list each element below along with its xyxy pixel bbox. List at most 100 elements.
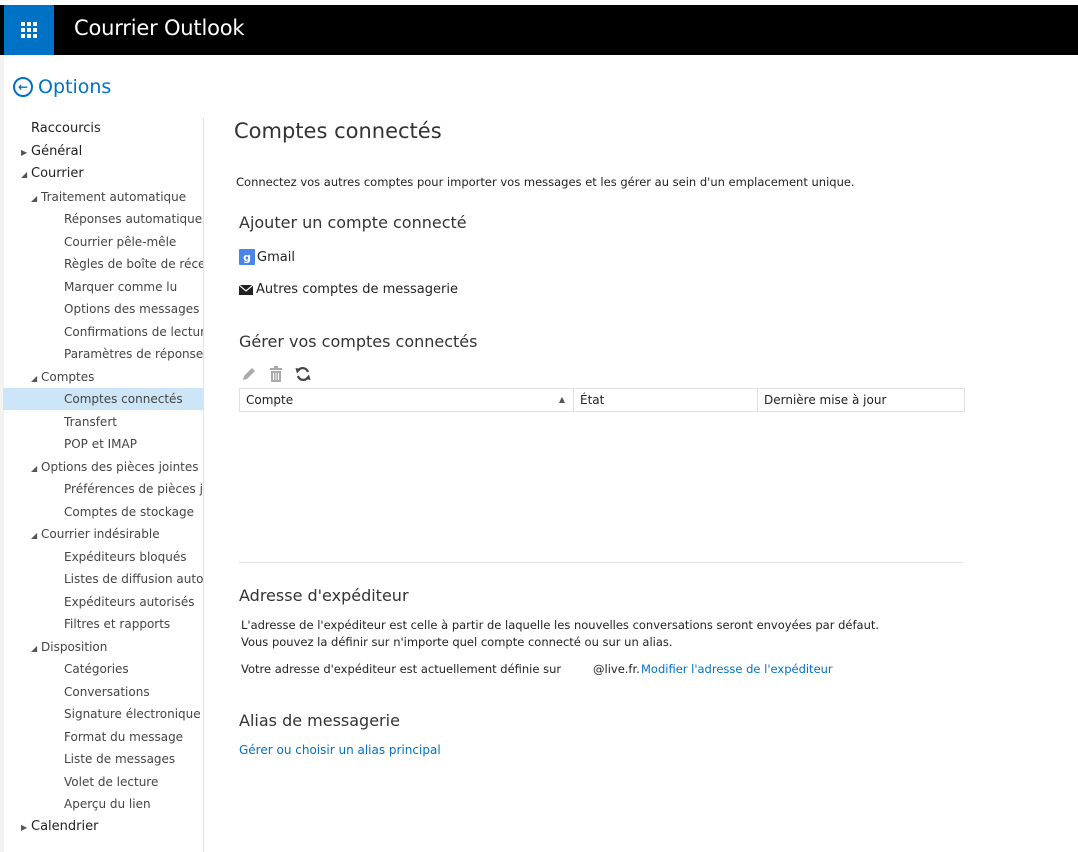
sender-address-description: L'adresse de l'expéditeur est celle à pa…: [241, 618, 880, 649]
nav-item-label: Expéditeurs bloqués: [64, 549, 187, 564]
collapse-arrow-icon[interactable]: ◢: [31, 638, 41, 660]
nav-item-listes-de-diffusion-autorisees[interactable]: Listes de diffusion autorisées: [3, 568, 203, 590]
nav-item-liste-de-messages[interactable]: Liste de messages: [3, 748, 203, 770]
nav-item-confirmations-de-lecture[interactable]: Confirmations de lecture: [3, 321, 203, 343]
sender-address-heading: Adresse d'expéditeur: [239, 586, 409, 605]
nav-item-label: Options des messages: [64, 302, 200, 316]
nav-item-courrier-indesirable[interactable]: ◢ Courrier indésirable: [3, 523, 203, 545]
nav-item-label: Signature électronique: [64, 707, 201, 721]
nav-item-traitement-automatique[interactable]: ◢ Traitement automatique: [3, 186, 203, 208]
nav-item-label: Courrier: [31, 166, 84, 181]
collapse-arrow-icon[interactable]: ◢: [31, 458, 41, 480]
options-label: Options: [38, 76, 112, 98]
nav-item-conversations[interactable]: Conversations: [3, 681, 203, 703]
column-header-last-update[interactable]: Dernière mise à jour: [758, 389, 964, 411]
nav-item-parametres-de-reponse[interactable]: Paramètres de réponse: [3, 343, 203, 365]
nav-item-categories[interactable]: Catégories: [3, 658, 203, 680]
change-sender-link[interactable]: Modifier l'adresse de l'expéditeur: [641, 662, 833, 676]
nav-item-options-des-messages[interactable]: Options des messages: [3, 298, 203, 320]
nav-item-courrier[interactable]: ◢ Courrier: [3, 163, 203, 185]
nav-item-label: Format du message: [64, 729, 184, 744]
nav-item-label: Comptes: [41, 369, 95, 384]
nav-item-format-du-message[interactable]: Format du message: [3, 726, 203, 748]
app-launcher-button[interactable]: [4, 5, 54, 55]
manage-accounts-heading: Gérer vos comptes connectés: [239, 332, 478, 351]
column-header-status[interactable]: État: [574, 389, 758, 411]
nav-item-apercu-du-lien[interactable]: Aperçu du lien: [3, 793, 203, 815]
other-accounts-label: Autres comptes de messagerie: [256, 282, 458, 297]
nav-item-label: Raccourcis: [31, 121, 101, 136]
nav-item-comptes[interactable]: ◢ Comptes: [3, 366, 203, 388]
nav-item-courrier-pele-mele[interactable]: Courrier pêle-mêle: [3, 231, 203, 253]
gmail-link[interactable]: g Gmail: [239, 249, 295, 265]
nav-item-reponses-automatiques[interactable]: Réponses automatiques: [3, 208, 203, 230]
nav-item-expediteurs-bloques[interactable]: Expéditeurs bloqués: [3, 546, 203, 568]
nav-item-preferences-de-pieces-jointes[interactable]: Préférences de pièces jointes: [3, 478, 203, 500]
nav-item-label: POP et IMAP: [64, 437, 137, 451]
nav-item-general[interactable]: ▶ Général: [3, 141, 203, 163]
section-divider: [239, 562, 963, 563]
nav-item-disposition[interactable]: ◢ Disposition: [3, 636, 203, 658]
current-sender-line: Votre adresse d'expéditeur est actuellem…: [241, 662, 833, 676]
nav-item-label: Comptes connectés: [64, 392, 183, 406]
nav-item-label: Réponses automatiques: [64, 212, 204, 226]
nav-item-transfert[interactable]: Transfert: [3, 411, 203, 433]
refresh-button[interactable]: [294, 365, 312, 383]
alias-heading: Alias de messagerie: [239, 711, 400, 730]
nav-item-label: Conversations: [64, 684, 150, 699]
intro-text: Connectez vos autres comptes pour import…: [236, 175, 855, 189]
nav-item-label: Volet de lecture: [64, 774, 159, 789]
nav-item-marquer-comme-lu[interactable]: Marquer comme lu: [3, 276, 203, 298]
nav-item-filtres-et-rapports[interactable]: Filtres et rapports: [3, 613, 203, 635]
nav-item-label: Marquer comme lu: [64, 279, 178, 294]
collapse-arrow-icon[interactable]: ◢: [31, 188, 41, 210]
nav-item-comptes-connectes[interactable]: Comptes connectés: [3, 388, 203, 410]
nav-item-volet-de-lecture[interactable]: Volet de lecture: [3, 771, 203, 793]
collapse-arrow-icon[interactable]: ◢: [21, 164, 31, 186]
nav-item-pop-et-imap[interactable]: POP et IMAP: [3, 433, 203, 455]
page-title: Comptes connectés: [234, 119, 442, 143]
expand-arrow-icon[interactable]: ▶: [21, 817, 31, 839]
edit-button[interactable]: [240, 365, 258, 383]
nav-item-label: Préférences de pièces jointes: [64, 482, 203, 496]
back-arrow-circle-icon: ←: [13, 77, 33, 97]
top-bar: Courrier Outlook: [0, 5, 1078, 55]
options-back-link[interactable]: ← Options: [13, 76, 111, 98]
nav-item-comptes-de-stockage[interactable]: Comptes de stockage: [3, 501, 203, 523]
nav-item-label: Transfert: [64, 414, 117, 429]
nav-item-label: Aperçu du lien: [64, 797, 151, 811]
manage-alias-link[interactable]: Gérer ou choisir un alias principal: [239, 743, 441, 757]
delete-trash-icon: [270, 366, 282, 382]
nav-item-label: Général: [31, 143, 83, 159]
nav-item-label: Catégories: [64, 662, 129, 676]
expand-arrow-icon[interactable]: ▶: [21, 142, 31, 164]
nav-item-label: Confirmations de lecture: [64, 324, 204, 339]
nav-item-label: Options des pièces jointes: [41, 459, 199, 474]
app-title: Courrier Outlook: [74, 16, 245, 40]
envelope-icon: [239, 284, 253, 295]
other-accounts-link[interactable]: Autres comptes de messagerie: [239, 282, 458, 297]
current-sender-domain: @live.fr.: [593, 662, 640, 676]
sort-ascending-icon: ▲: [558, 395, 565, 404]
main-content: Comptes connectés Connectez vos autres c…: [204, 55, 1078, 852]
nav-item-expediteurs-autorises[interactable]: Expéditeurs autorisés: [3, 591, 203, 613]
nav-item-label: Règles de boîte de réception: [64, 257, 204, 271]
collapse-arrow-icon[interactable]: ◢: [31, 525, 41, 547]
nav-item-regles-de-boite-de-reception[interactable]: Règles de boîte de réception: [3, 253, 203, 275]
accounts-toolbar: [240, 365, 312, 383]
current-sender-label: Votre adresse d'expéditeur est actuellem…: [241, 662, 562, 676]
accounts-table: Compte ▲ État Dernière mise à jour: [239, 388, 965, 412]
collapse-arrow-icon[interactable]: ◢: [31, 368, 41, 390]
nav-item-label: Comptes de stockage: [64, 504, 194, 519]
add-account-heading: Ajouter un compte connecté: [239, 213, 467, 232]
delete-button[interactable]: [267, 365, 285, 383]
nav-item-calendrier[interactable]: ▶ Calendrier: [3, 816, 203, 838]
nav-item-label: Courrier indésirable: [41, 527, 160, 541]
options-nav: Raccourcis ▶ Général ◢ Courrier ◢ Traitement a…: [3, 118, 204, 852]
nav-item-label: Courrier pêle-mêle: [64, 234, 177, 249]
nav-item-options-des-pieces-jointes[interactable]: ◢ Options des pièces jointes: [3, 456, 203, 478]
column-header-account[interactable]: Compte ▲: [240, 389, 574, 411]
nav-item-raccourcis[interactable]: Raccourcis: [3, 118, 203, 140]
gmail-label: Gmail: [257, 249, 295, 265]
nav-item-signature-electronique[interactable]: Signature électronique: [3, 703, 203, 725]
